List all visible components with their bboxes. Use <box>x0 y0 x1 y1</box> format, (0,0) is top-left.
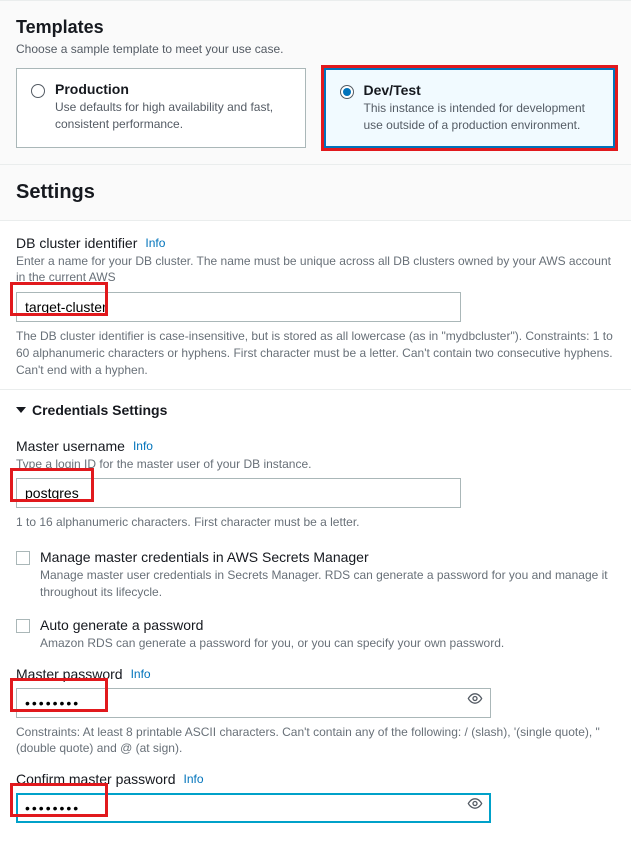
autogen-checkbox[interactable] <box>16 619 30 633</box>
template-devtest-desc: This instance is intended for developmen… <box>364 100 600 134</box>
master-username-constraints: 1 to 16 alphanumeric characters. First c… <box>16 514 615 531</box>
confirm-password-label: Confirm master password <box>16 771 176 787</box>
radio-devtest[interactable] <box>340 85 354 99</box>
template-production-title: Production <box>55 81 291 97</box>
master-password-input[interactable] <box>16 688 491 718</box>
master-username-block: Master username Info Type a login ID for… <box>0 424 631 542</box>
eye-icon[interactable] <box>467 796 483 815</box>
master-password-block: Master password Info Constraints: At lea… <box>0 654 631 768</box>
template-production[interactable]: Production Use defaults for high availab… <box>16 68 306 148</box>
templates-section: Templates Choose a sample template to me… <box>0 0 631 164</box>
secrets-manager-row: Manage master credentials in AWS Secrets… <box>0 541 631 603</box>
settings-heading: Settings <box>0 164 631 220</box>
templates-subtitle: Choose a sample template to meet your us… <box>16 42 615 56</box>
autogen-row: Auto generate a password Amazon RDS can … <box>0 603 631 654</box>
cluster-id-help: Enter a name for your DB cluster. The na… <box>16 253 615 287</box>
radio-production[interactable] <box>31 84 45 98</box>
template-production-desc: Use defaults for high availability and f… <box>55 99 291 133</box>
cluster-id-info[interactable]: Info <box>145 236 165 250</box>
master-username-label: Master username <box>16 438 125 454</box>
templates-title: Templates <box>16 17 615 38</box>
credentials-header[interactable]: Credentials Settings <box>0 389 631 424</box>
cluster-id-label: DB cluster identifier <box>16 235 137 251</box>
cluster-id-block: DB cluster identifier Info Enter a name … <box>0 220 631 389</box>
template-devtest-title: Dev/Test <box>364 82 600 98</box>
caret-down-icon <box>16 407 26 413</box>
confirm-password-info[interactable]: Info <box>184 772 204 786</box>
confirm-password-block: Confirm master password Info <box>0 767 631 843</box>
eye-icon[interactable] <box>467 690 483 709</box>
cluster-id-input[interactable] <box>16 292 461 322</box>
master-password-label: Master password <box>16 666 123 682</box>
master-password-info[interactable]: Info <box>131 667 151 681</box>
autogen-label: Auto generate a password <box>40 617 504 633</box>
credentials-heading: Credentials Settings <box>32 402 167 418</box>
master-password-constraints: Constraints: At least 8 printable ASCII … <box>16 724 615 758</box>
master-username-input[interactable] <box>16 478 461 508</box>
confirm-password-input[interactable] <box>16 793 491 823</box>
master-username-info[interactable]: Info <box>133 439 153 453</box>
autogen-desc: Amazon RDS can generate a password for y… <box>40 635 504 652</box>
secrets-manager-desc: Manage master user credentials in Secret… <box>40 567 615 601</box>
template-devtest[interactable]: Dev/Test This instance is intended for d… <box>324 68 616 148</box>
cluster-id-constraints: The DB cluster identifier is case-insens… <box>16 328 615 378</box>
master-username-help: Type a login ID for the master user of y… <box>16 456 615 473</box>
secrets-manager-checkbox[interactable] <box>16 551 30 565</box>
secrets-manager-label: Manage master credentials in AWS Secrets… <box>40 549 615 565</box>
